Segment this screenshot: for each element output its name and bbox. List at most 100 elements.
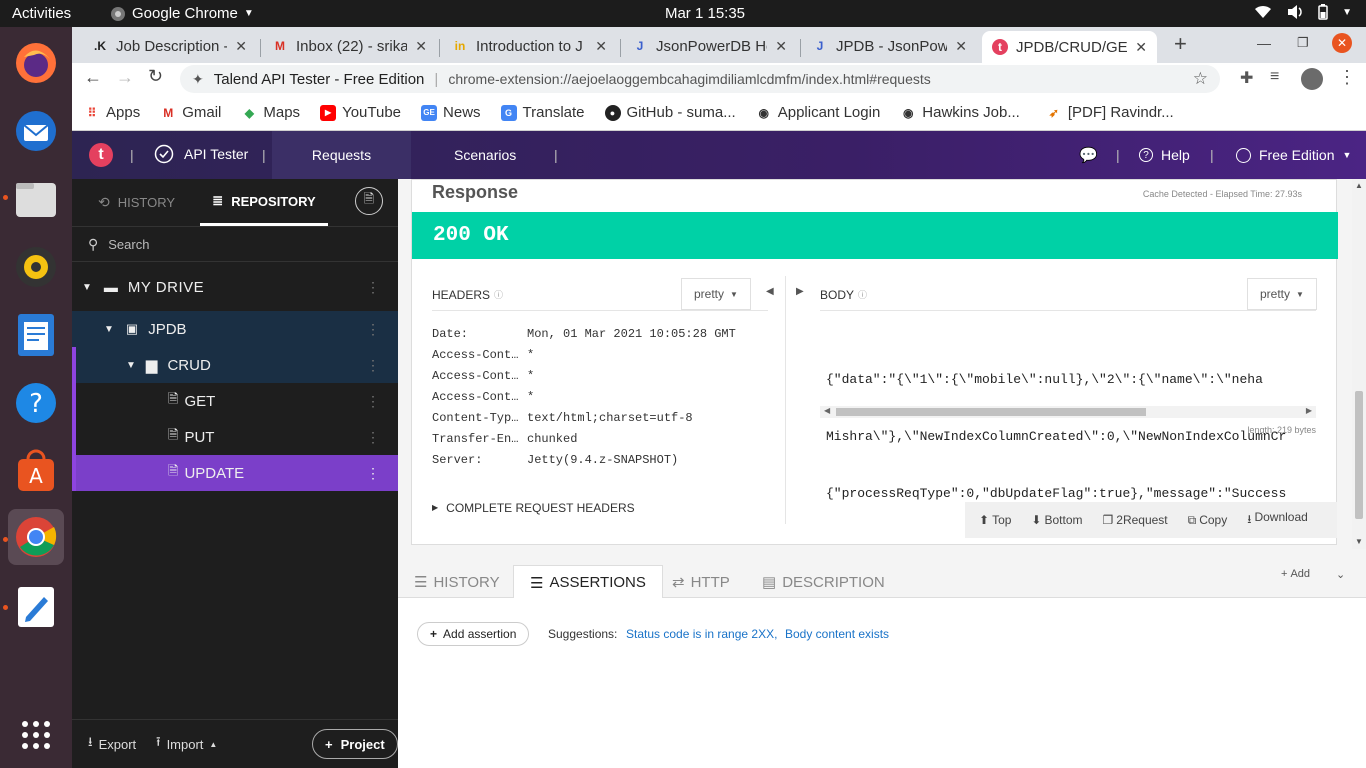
tree-request-get[interactable]: 🗎 GET ⋮ bbox=[72, 383, 398, 419]
media-icon[interactable]: ≡ bbox=[1270, 68, 1279, 86]
complete-request-headers-toggle[interactable]: ▶ COMPLETE REQUEST HEADERS bbox=[432, 501, 635, 515]
tree-request-put[interactable]: 🗎 PUT ⋮ bbox=[72, 419, 398, 455]
import-button[interactable]: ⭱ Import ▲ bbox=[156, 733, 217, 755]
scroll-right-icon[interactable]: ▶ bbox=[1306, 406, 1312, 415]
body-horizontal-scrollbar[interactable]: ◀ ▶ bbox=[820, 406, 1316, 418]
profile-avatar[interactable] bbox=[1301, 68, 1323, 90]
firefox-icon[interactable] bbox=[8, 35, 64, 91]
more-options-icon[interactable]: ⋮ bbox=[366, 279, 380, 296]
help-link[interactable]: ? Help bbox=[1139, 147, 1190, 163]
browser-tab[interactable]: J JPDB - JsonPowe ✕ bbox=[802, 31, 977, 61]
tree-my-drive[interactable]: ▼ ▬ MY DRIVE ⋮ bbox=[72, 269, 398, 305]
address-bar[interactable]: ✦ Talend API Tester - Free Edition | chr… bbox=[180, 65, 1220, 93]
edition-menu[interactable]: Free Edition ▼ bbox=[1236, 147, 1351, 163]
to-request-button[interactable]: ❐ 2Request bbox=[1103, 513, 1168, 527]
add-menu-button[interactable]: + Add bbox=[1281, 568, 1310, 580]
collapse-right-icon[interactable]: ▶ bbox=[796, 286, 804, 297]
scroll-up-icon[interactable]: ▲ bbox=[1355, 181, 1363, 190]
tree-request-update[interactable]: 🗎 UPDATE ⋮ bbox=[72, 455, 398, 491]
api-tester-link[interactable]: API Tester bbox=[154, 144, 248, 164]
system-tray[interactable]: ▼ bbox=[1254, 4, 1352, 20]
bookmark-apps[interactable]: ⠿ Apps bbox=[84, 104, 141, 121]
scroll-left-icon[interactable]: ◀ bbox=[824, 406, 830, 415]
scroll-bottom-button[interactable]: ⬇ Bottom bbox=[1031, 513, 1082, 527]
rhythmbox-icon[interactable] bbox=[8, 239, 64, 295]
download-button[interactable]: ⭳ Download bbox=[1247, 510, 1308, 531]
tab-assertions[interactable]: ☰ ASSERTIONS bbox=[513, 565, 663, 599]
nav-scenarios[interactable]: Scenarios bbox=[454, 147, 516, 163]
document-icon[interactable]: 🗎 bbox=[355, 187, 383, 215]
app-grid-icon[interactable] bbox=[8, 707, 64, 763]
nav-requests[interactable]: Requests bbox=[272, 131, 411, 179]
bookmark-star-icon[interactable]: ☆ bbox=[1193, 69, 1208, 89]
browser-tab[interactable]: J JsonPowerDB He ✕ bbox=[622, 31, 797, 61]
scroll-down-icon[interactable]: ▼ bbox=[1355, 537, 1363, 546]
close-tab-icon[interactable]: ✕ bbox=[955, 38, 967, 55]
back-button[interactable]: ← bbox=[84, 67, 102, 88]
browser-tab[interactable]: in Introduction to J ✕ bbox=[442, 31, 617, 61]
bookmark-translate[interactable]: G Translate bbox=[500, 104, 585, 121]
bookmark-news[interactable]: GE News bbox=[421, 104, 481, 121]
tab-history[interactable]: ☰ HISTORY bbox=[398, 565, 516, 599]
chrome-icon[interactable] bbox=[8, 509, 64, 565]
maximize-button[interactable]: ❐ bbox=[1297, 35, 1309, 51]
body-format-select[interactable]: pretty ▼ bbox=[1247, 278, 1317, 310]
help-icon[interactable]: ? bbox=[8, 375, 64, 431]
tab-description[interactable]: ▤ DESCRIPTION bbox=[746, 565, 901, 599]
forward-button[interactable]: → bbox=[116, 67, 134, 88]
app-menu[interactable]: Google Chrome ▼ bbox=[110, 5, 254, 22]
new-tab-button[interactable]: + bbox=[1174, 31, 1187, 57]
bookmark-applicant-login[interactable]: ◉ Applicant Login bbox=[756, 104, 880, 121]
chat-icon[interactable]: 💬 bbox=[1079, 146, 1098, 164]
scrollbar-thumb[interactable] bbox=[836, 408, 1146, 416]
export-button[interactable]: ⭳ Export bbox=[88, 733, 136, 755]
browser-tab[interactable]: .K Job Description - ✕ bbox=[82, 31, 257, 61]
bookmark-hawkins[interactable]: ◉ Hawkins Job... bbox=[900, 104, 1020, 121]
text-editor-icon[interactable] bbox=[8, 579, 64, 635]
more-options-icon[interactable]: ⋮ bbox=[366, 357, 380, 374]
more-options-icon[interactable]: ⋮ bbox=[366, 465, 380, 482]
browser-tab-active[interactable]: t JPDB/CRUD/GET ✕ bbox=[982, 31, 1157, 63]
close-tab-icon[interactable]: ✕ bbox=[775, 38, 787, 55]
extensions-icon[interactable]: ✚ bbox=[1240, 68, 1253, 88]
tab-http[interactable]: ⇄ HTTP bbox=[656, 565, 746, 599]
bookmark-github[interactable]: ● GitHub - suma... bbox=[604, 104, 736, 121]
bookmark-pdf[interactable]: ➶ [PDF] Ravindr... bbox=[1046, 104, 1174, 121]
close-window-button[interactable]: ✕ bbox=[1332, 33, 1352, 53]
reload-button[interactable]: ↻ bbox=[148, 66, 163, 87]
close-tab-icon[interactable]: ✕ bbox=[595, 38, 607, 55]
bookmark-maps[interactable]: ◆ Maps bbox=[241, 104, 300, 121]
clock[interactable]: Mar 1 15:35 bbox=[660, 5, 750, 22]
add-assertion-button[interactable]: + Add assertion bbox=[417, 622, 530, 646]
copy-button[interactable]: ⧉ Copy bbox=[1188, 513, 1228, 528]
chrome-menu-icon[interactable]: ⋮ bbox=[1338, 67, 1356, 88]
files-icon[interactable] bbox=[8, 171, 64, 227]
more-options-icon[interactable]: ⋮ bbox=[366, 429, 380, 446]
bookmark-gmail[interactable]: M Gmail bbox=[160, 104, 221, 121]
sidebar-tab-history[interactable]: ⟲ HISTORY bbox=[98, 179, 175, 226]
collapse-left-icon[interactable]: ◀ bbox=[766, 286, 774, 297]
suggestion-status-code[interactable]: Status code is in range 2XX, bbox=[626, 627, 777, 641]
close-tab-icon[interactable]: ✕ bbox=[1135, 39, 1147, 56]
thunderbird-icon[interactable] bbox=[8, 103, 64, 159]
search-input[interactable]: ⚲ Search bbox=[72, 226, 398, 262]
more-options-icon[interactable]: ⋮ bbox=[366, 393, 380, 410]
new-project-button[interactable]: + Project bbox=[312, 729, 398, 759]
tree-folder-crud[interactable]: ▼ ▆ CRUD ⋮ bbox=[72, 347, 398, 383]
software-center-icon[interactable]: A bbox=[8, 443, 64, 499]
activities-button[interactable]: Activities bbox=[12, 5, 71, 22]
minimize-button[interactable]: — bbox=[1257, 35, 1271, 51]
tree-project-jpdb[interactable]: ▼ ▣ JPDB ⋮ bbox=[72, 311, 398, 347]
close-tab-icon[interactable]: ✕ bbox=[415, 38, 427, 55]
bookmark-youtube[interactable]: ▶ YouTube bbox=[320, 104, 401, 121]
more-options-icon[interactable]: ⋮ bbox=[366, 321, 380, 338]
browser-tab[interactable]: M Inbox (22) - srikar ✕ bbox=[262, 31, 437, 61]
headers-format-select[interactable]: pretty ▼ bbox=[681, 278, 751, 310]
libreoffice-writer-icon[interactable] bbox=[8, 307, 64, 363]
scrollbar-thumb[interactable] bbox=[1355, 391, 1363, 519]
main-vertical-scrollbar[interactable]: ▲ ▼ bbox=[1352, 179, 1366, 549]
suggestion-body-content[interactable]: Body content exists bbox=[785, 627, 889, 641]
scroll-top-button[interactable]: ⬆ Top bbox=[979, 513, 1011, 527]
close-tab-icon[interactable]: ✕ bbox=[235, 38, 247, 55]
sidebar-tab-repository[interactable]: ≣ REPOSITORY bbox=[200, 179, 328, 226]
